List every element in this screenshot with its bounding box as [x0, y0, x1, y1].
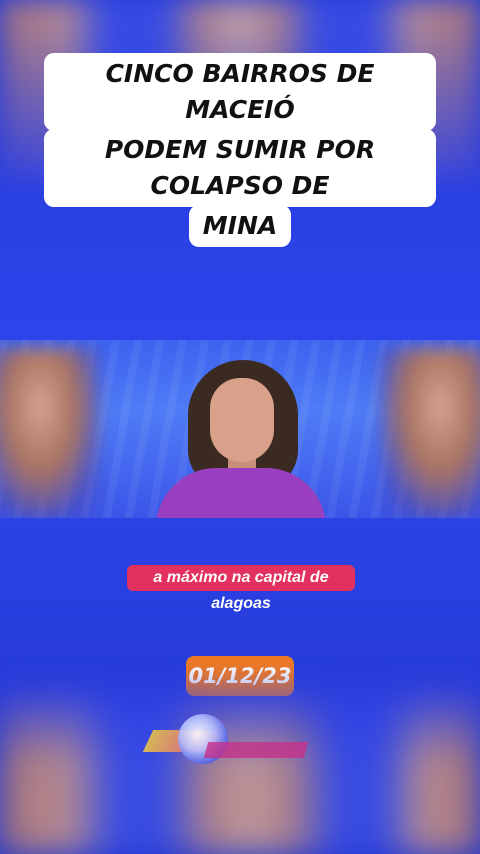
- presenter-body: [156, 468, 326, 518]
- headline-line-3: MINA: [188, 205, 292, 247]
- headline: CINCO BAIRROS DE MACEIÓ PODEM SUMIR POR …: [44, 53, 436, 247]
- headline-line-2: PODEM SUMIR POR COLAPSO DE: [44, 129, 436, 207]
- video-frame: [0, 340, 480, 518]
- logo-tag: [203, 742, 309, 758]
- headline-line-1: CINCO BAIRROS DE MACEIÓ: [44, 53, 436, 131]
- blurred-presenter-left: [0, 348, 100, 518]
- presenter-face: [210, 378, 274, 462]
- presenter: [150, 350, 330, 518]
- blurred-presenter-right: [380, 348, 480, 518]
- channel-logo: [142, 708, 318, 778]
- subtitle-caption: a máximo na capital de alagoas: [127, 565, 355, 612]
